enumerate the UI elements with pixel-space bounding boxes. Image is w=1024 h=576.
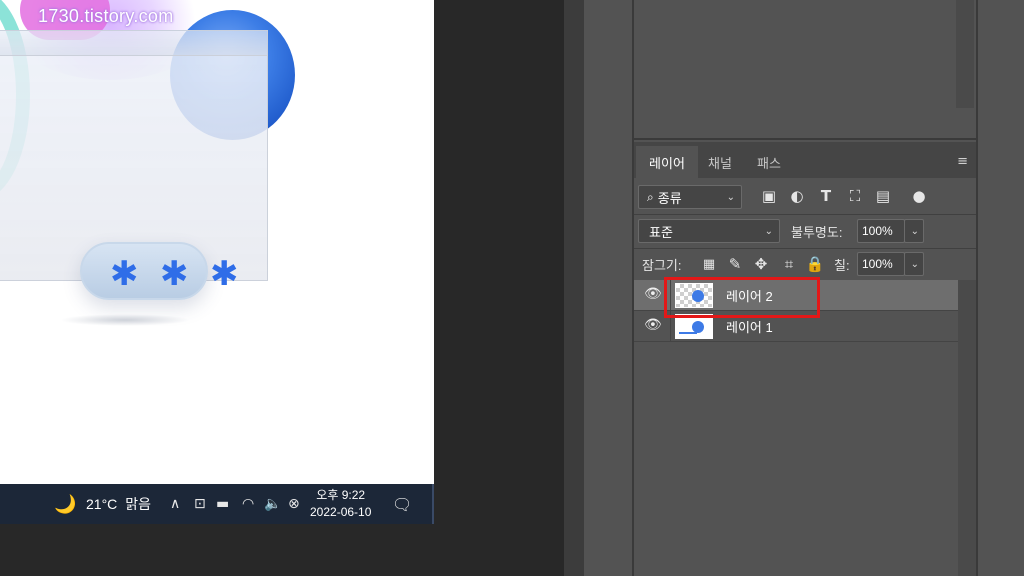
chevron-down-icon: ⌄ xyxy=(910,258,919,270)
blend-mode-value: 표준 xyxy=(649,224,673,240)
chevron-down-icon: ⌄ xyxy=(910,225,919,237)
shape-filter-icon[interactable]: ⛶ xyxy=(844,184,866,208)
search-icon: ⌕ xyxy=(647,189,654,204)
glass-window-titlebar xyxy=(0,30,268,56)
image-filter-icon[interactable]: ▣ xyxy=(758,184,780,208)
adjustment-filter-icon[interactable]: ◐ xyxy=(786,184,808,208)
thumbnail-graphic xyxy=(679,332,697,334)
lock-transparent-icon[interactable]: ▦ xyxy=(698,252,720,276)
layers-panel: 레이어 채널 패스 ≡ ⌕ 종류 ⌄ ▣ ◐ T ⛶ ▤ ● 표준 ⌄ 불투명도… xyxy=(634,138,976,576)
filter-kind-value: 종류 xyxy=(657,190,682,206)
type-filter-icon[interactable]: T xyxy=(815,184,837,208)
panel-tabs: 레이어 채널 패스 ≡ xyxy=(634,142,976,178)
lock-row: 잠그기: ▦ ✎ ✥ ⌗ 🔒 칠: 100% ⌄ xyxy=(634,251,976,277)
tab-paths[interactable]: 패스 xyxy=(746,146,792,178)
divider xyxy=(634,248,976,249)
clock-date: 2022-06-10 xyxy=(310,505,372,519)
clock[interactable]: 오후 9:22 2022-06-10 xyxy=(310,484,371,524)
divider xyxy=(634,214,976,215)
volume-icon[interactable]: 🔈 xyxy=(264,484,281,524)
fill-dropdown[interactable]: ⌄ xyxy=(904,252,924,276)
tab-layers[interactable]: 레이어 xyxy=(636,146,698,178)
layer-list-scrollbar[interactable] xyxy=(958,280,976,576)
chevron-up-icon[interactable]: ∧ xyxy=(170,484,180,524)
fill-input[interactable]: 100% xyxy=(857,252,905,276)
chevron-down-icon: ⌄ xyxy=(726,191,735,203)
blend-mode-select[interactable]: 표준 ⌄ xyxy=(638,219,780,243)
tab-channels[interactable]: 채널 xyxy=(698,146,742,178)
asterisk-icon: ✱ xyxy=(110,254,139,294)
eye-icon[interactable]: 👁 xyxy=(644,317,662,333)
lock-paint-icon[interactable]: ✎ xyxy=(724,252,746,276)
lock-artboard-icon[interactable]: ⌗ xyxy=(778,252,800,276)
asterisk-icon: ✱ xyxy=(160,254,189,294)
weather-widget[interactable]: 21°C 맑음 xyxy=(86,484,151,524)
watermark: 1730.tistory.com xyxy=(38,6,174,26)
document-canvas: ✱ ✱ ✱ 1730.tistory.com xyxy=(0,0,434,484)
fill-label: 칠: xyxy=(834,257,850,273)
temperature: 21°C xyxy=(86,496,118,512)
screen: ✱ ✱ ✱ 1730.tistory.com 🌙 21°C 맑음 ∧ ⊡ ▬ ◠… xyxy=(0,0,1024,576)
smart-object-filter-icon[interactable]: ▤ xyxy=(872,184,894,208)
filter-toggle-icon[interactable]: ● xyxy=(908,184,930,208)
moon-icon[interactable]: 🌙 xyxy=(54,484,76,524)
filter-row: ⌕ 종류 ⌄ ▣ ◐ T ⛶ ▤ ● xyxy=(634,184,976,210)
password-pill xyxy=(80,242,208,300)
windows-taskbar: 🌙 21°C 맑음 ∧ ⊡ ▬ ◠ 🔈 ⊗ 오후 9:22 2022-06-10… xyxy=(0,484,434,524)
panel-menu-icon[interactable]: ≡ xyxy=(957,154,968,169)
opacity-label: 불투명도: xyxy=(791,224,843,240)
battery-icon[interactable]: ▬ xyxy=(216,484,229,524)
panel-strip xyxy=(564,0,584,576)
filter-kind-select[interactable]: ⌕ 종류 ⌄ xyxy=(638,185,742,209)
lock-label: 잠그기: xyxy=(642,257,682,273)
upper-panel xyxy=(634,0,976,138)
blend-row: 표준 ⌄ 불투명도: 100% ⌄ xyxy=(634,218,976,244)
opacity-input[interactable]: 100% xyxy=(857,219,905,243)
opacity-dropdown[interactable]: ⌄ xyxy=(904,219,924,243)
clock-time: 오후 9:22 xyxy=(316,488,366,502)
wifi-icon[interactable]: ◠ xyxy=(242,484,254,524)
pill-shadow xyxy=(60,314,190,326)
chevron-down-icon: ⌄ xyxy=(764,225,773,237)
asterisk-icon: ✱ xyxy=(210,254,239,294)
lock-move-icon[interactable]: ✥ xyxy=(750,252,772,276)
notification-icon[interactable]: 🗨 xyxy=(392,484,412,524)
collapsed-panel-dock xyxy=(584,0,632,576)
meet-now-icon[interactable]: ⊡ xyxy=(194,484,206,524)
upper-panel-scrollbar[interactable] xyxy=(956,0,974,108)
weather-condition: 맑음 xyxy=(125,496,152,512)
lock-all-icon[interactable]: 🔒 xyxy=(804,252,826,276)
workspace-gap xyxy=(434,0,564,576)
eye-icon[interactable]: 👁 xyxy=(644,286,662,302)
desktop-background xyxy=(0,524,434,576)
right-panel-dock xyxy=(976,0,1024,576)
highlight-box xyxy=(664,277,820,318)
close-circle-icon[interactable]: ⊗ xyxy=(288,484,300,524)
